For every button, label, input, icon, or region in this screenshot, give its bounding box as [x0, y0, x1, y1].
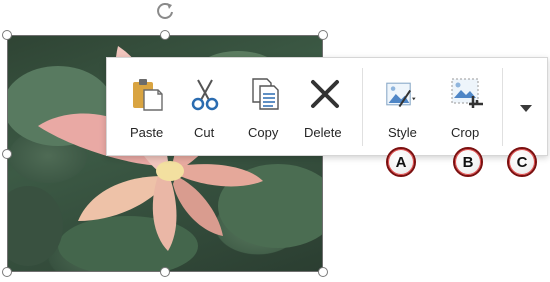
chevron-down-icon	[520, 105, 532, 112]
paste-label: Paste	[130, 125, 164, 140]
crop-button[interactable]: Crop	[439, 58, 495, 157]
cut-label: Cut	[194, 125, 215, 140]
delete-button[interactable]: Delete	[295, 58, 355, 157]
resize-handle-middle-left[interactable]	[2, 149, 12, 159]
resize-handle-top-right[interactable]	[318, 30, 328, 40]
callout-b: B	[453, 147, 483, 177]
resize-handle-bottom-left[interactable]	[2, 267, 12, 277]
style-button[interactable]: Style	[377, 58, 433, 157]
paste-icon	[133, 79, 163, 111]
style-label: Style	[388, 125, 417, 140]
delete-x-icon	[311, 80, 339, 108]
resize-handle-bottom-middle[interactable]	[160, 267, 170, 277]
crop-icon	[451, 78, 483, 108]
copy-label: Copy	[248, 125, 279, 140]
toolbar-separator	[362, 68, 363, 146]
toolbar-separator	[502, 68, 503, 146]
copy-icon	[252, 78, 279, 110]
rotate-handle-icon[interactable]	[154, 0, 176, 22]
paste-button[interactable]: Paste	[119, 58, 175, 157]
copy-button[interactable]: Copy	[237, 58, 293, 157]
resize-handle-top-middle[interactable]	[160, 30, 170, 40]
delete-label: Delete	[304, 125, 342, 140]
callout-a: A	[386, 147, 416, 177]
cut-button[interactable]: Cut	[177, 58, 233, 157]
crop-label: Crop	[451, 125, 480, 140]
resize-handle-top-left[interactable]	[2, 30, 12, 40]
resize-handle-bottom-right[interactable]	[318, 267, 328, 277]
callout-c: C	[507, 147, 537, 177]
scissors-icon	[191, 79, 219, 111]
more-options-button[interactable]	[509, 58, 545, 157]
picture-style-icon	[386, 82, 416, 108]
picture-mini-toolbar: Paste Cut Copy Delete Style Crop	[106, 57, 548, 156]
